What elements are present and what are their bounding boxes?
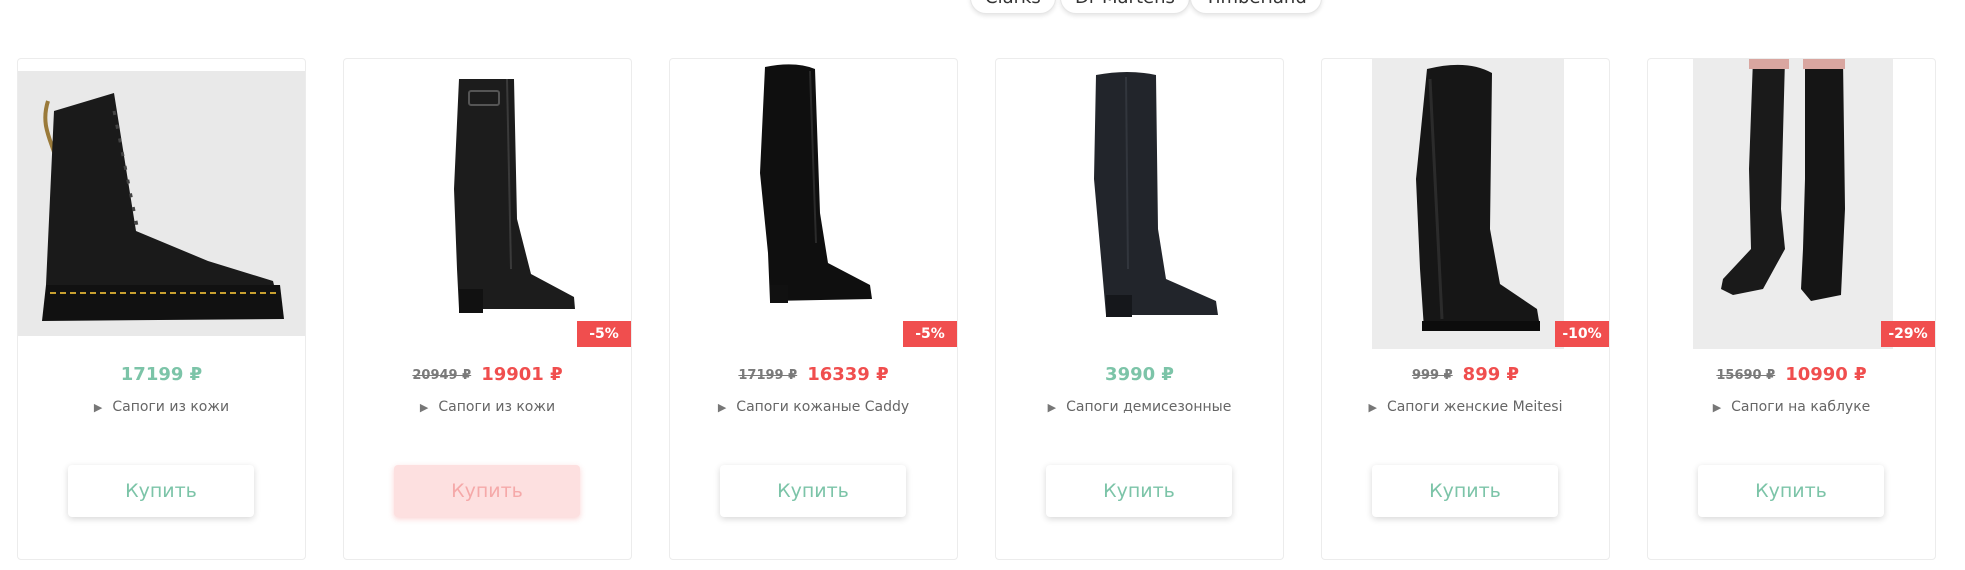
brand-tag-clarks[interactable]: Clarks — [970, 0, 1056, 14]
expand-triangle-icon: ▶ — [1047, 401, 1057, 414]
brand-tag-dr-martens[interactable]: Dr Martens — [1060, 0, 1190, 14]
product-title-text: Сапоги кожаные Caddy — [736, 399, 910, 415]
product-card[interactable]: 17199 ₽ ▶ Сапоги из кожи Купить — [17, 58, 306, 560]
new-price: 16339 ₽ — [807, 364, 889, 385]
new-price: 19901 ₽ — [481, 364, 563, 385]
product-title[interactable]: ▶ Сапоги кожаные Caddy — [670, 399, 957, 415]
product-title-text: Сапоги на каблуке — [1731, 399, 1871, 415]
buy-button[interactable]: Купить — [394, 465, 580, 517]
product-price-block: 17199 ₽ — [18, 363, 305, 387]
black-suede-tall-boot-image — [1372, 59, 1564, 349]
expand-triangle-icon: ▶ — [717, 401, 727, 414]
buy-button[interactable]: Купить — [1698, 465, 1884, 517]
black-knee-high-boot-image — [1094, 72, 1218, 317]
buy-button[interactable]: Купить — [1046, 465, 1232, 517]
expand-triangle-icon: ▶ — [1712, 401, 1722, 414]
brand-tags: Clarks Dr Martens Timberland — [0, 0, 1965, 16]
product-price-block: 17199 ₽ 16339 ₽ — [670, 363, 957, 388]
product-image[interactable] — [18, 59, 305, 349]
old-price: 999 ₽ — [1411, 368, 1453, 383]
product-price-block: 15690 ₽ 10990 ₽ — [1648, 363, 1935, 388]
product-title[interactable]: ▶ Сапоги женские Meitesi — [1322, 399, 1609, 415]
product-image[interactable] — [1648, 59, 1935, 349]
product-title-text: Сапоги из кожи — [438, 399, 556, 415]
product-image[interactable] — [670, 59, 957, 349]
discount-badge: -5% — [577, 321, 631, 347]
product-image[interactable] — [1322, 59, 1609, 349]
new-price: 10990 ₽ — [1785, 364, 1867, 385]
product-image[interactable] — [344, 59, 631, 349]
buy-button[interactable]: Купить — [720, 465, 906, 517]
black-leather-lace-up-boot-image — [18, 71, 305, 336]
discount-badge: -29% — [1881, 321, 1935, 347]
product-title[interactable]: ▶ Сапоги из кожи — [344, 399, 631, 415]
black-knee-high-buckle-boot-image — [454, 78, 575, 313]
old-price: 15690 ₽ — [1716, 368, 1776, 383]
product-price: 3990 ₽ — [1105, 364, 1174, 385]
product-card[interactable]: -29% 15690 ₽ 10990 ₽ ▶ Сапоги на каблуке К… — [1647, 58, 1936, 560]
product-price-block: 20949 ₽ 19901 ₽ — [344, 363, 631, 388]
buy-button[interactable]: Купить — [1372, 465, 1558, 517]
brand-tag-timberland[interactable]: Timberland — [1190, 0, 1322, 14]
old-price: 17199 ₽ — [738, 368, 798, 383]
buy-button[interactable]: Купить — [68, 465, 254, 517]
product-title[interactable]: ▶ Сапоги демисезонные — [996, 399, 1283, 415]
product-title-text: Сапоги женские Meitesi — [1386, 399, 1563, 415]
black-suede-over-knee-boot-image — [760, 64, 872, 303]
product-price-block: 999 ₽ 899 ₽ — [1322, 363, 1609, 388]
product-price: 17199 ₽ — [120, 364, 203, 385]
product-image[interactable] — [996, 59, 1283, 349]
product-card[interactable]: -5% 20949 ₽ 19901 ₽ ▶ Сапоги из кожи Купит… — [343, 58, 632, 560]
product-title-text: Сапоги из кожи — [112, 399, 230, 415]
expand-triangle-icon: ▶ — [419, 401, 429, 414]
product-price-block: 3990 ₽ — [996, 363, 1283, 387]
black-heeled-knee-boots-on-model-image — [1693, 59, 1893, 349]
expand-triangle-icon: ▶ — [1368, 401, 1377, 414]
discount-badge: -10% — [1555, 321, 1609, 347]
new-price: 899 ₽ — [1462, 364, 1520, 385]
product-card[interactable]: 3990 ₽ ▶ Сапоги демисезонные Купить — [995, 58, 1284, 560]
product-title[interactable]: ▶ Сапоги на каблуке — [1648, 399, 1935, 415]
discount-badge: -5% — [903, 321, 957, 347]
product-card[interactable]: -5% 17199 ₽ 16339 ₽ ▶ Сапоги кожаные Caddy… — [669, 58, 958, 560]
old-price: 20949 ₽ — [412, 368, 472, 383]
product-card[interactable]: -10% 999 ₽899 ₽ ▶ Сапоги женские Meitesi … — [1321, 58, 1610, 560]
product-title-text: Сапоги демисезонные — [1066, 399, 1232, 415]
expand-triangle-icon: ▶ — [93, 401, 103, 414]
product-title[interactable]: ▶ Сапоги из кожи — [18, 399, 305, 415]
